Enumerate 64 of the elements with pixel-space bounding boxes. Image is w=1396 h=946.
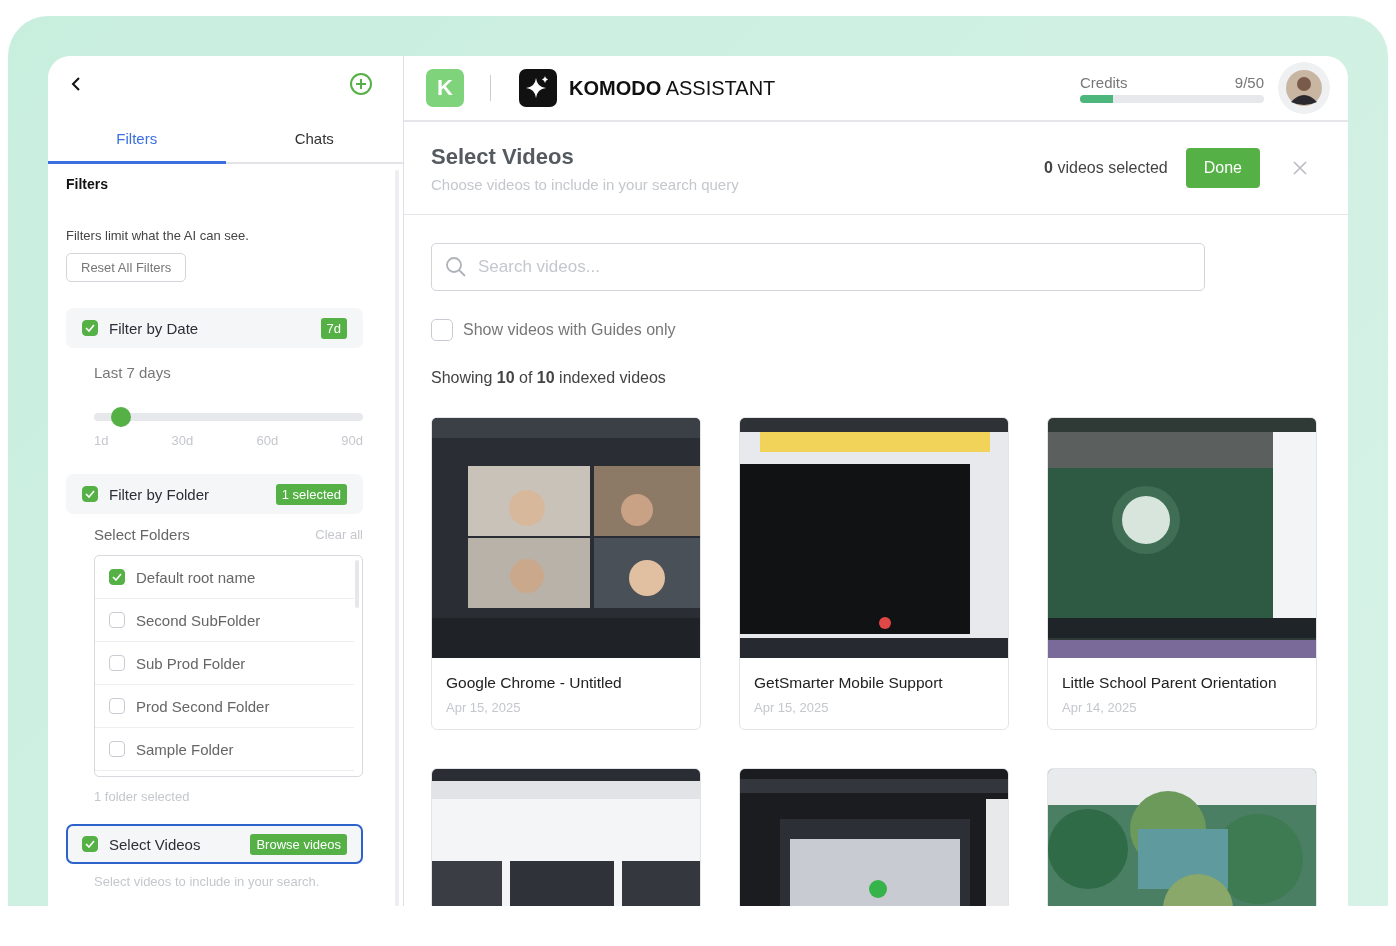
logo: K: [426, 69, 464, 107]
search-field[interactable]: Search videos...: [431, 243, 1205, 291]
video-card[interactable]: Little School Parent Orientation Apr 14, 2025: [1047, 417, 1317, 730]
video-card[interactable]: GetSmarter Mobile Support Apr 15, 2025: [739, 417, 1009, 730]
check-icon: [85, 840, 95, 848]
folder-name: Second SubFolder: [136, 611, 261, 629]
checkbox[interactable]: [82, 320, 98, 336]
tab[interactable]: Chats: [225, 120, 403, 164]
back-icon[interactable]: [70, 76, 82, 92]
checkbox[interactable]: [82, 836, 98, 852]
section-heading: Filters: [66, 176, 109, 192]
selection-count: 0 videos selected: [1044, 159, 1168, 177]
tick-label: 1d: [94, 433, 109, 448]
tab[interactable]: Filters: [48, 120, 226, 164]
checkbox[interactable]: [431, 319, 453, 341]
filter-label: Select Videos: [109, 835, 202, 853]
video-date: Apr 15, 2025: [754, 700, 830, 715]
avatar-icon[interactable]: [1278, 62, 1330, 114]
filter-label: Filter by Date: [109, 319, 200, 337]
check-icon: [85, 324, 95, 332]
checkbox[interactable]: [82, 486, 98, 502]
checkbox[interactable]: [109, 612, 125, 628]
add-icon[interactable]: [349, 72, 373, 96]
checkbox[interactable]: [109, 569, 125, 585]
dialog-subtitle: Choose videos to include in your search query: [431, 175, 740, 193]
video-title: Google Chrome - Untitled: [446, 674, 623, 692]
slider-thumb[interactable]: [110, 407, 131, 427]
video-card[interactable]: Google Chrome - Untitled Apr 15, 2025: [431, 417, 701, 730]
description: Filters limit what the AI can see.: [66, 228, 250, 243]
done-button[interactable]: Done: [1185, 148, 1260, 188]
filter-label: Filter by Folder: [109, 485, 211, 503]
close-icon[interactable]: [1292, 160, 1308, 176]
brand-name: KOMODO ASSISTANT: [569, 76, 776, 100]
hint-text: Select videos to include in your search.: [94, 874, 321, 889]
search-icon: [445, 256, 467, 278]
filter-badge: 1 selected: [275, 483, 347, 505]
reset-button[interactable]: Reset All Filters: [66, 253, 187, 282]
results-count: Showing 10 of 10 indexed videos: [431, 369, 667, 387]
range-label: Last 7 days: [94, 364, 172, 381]
subheading: Select Folders: [94, 526, 190, 543]
video-title: GetSmarter Mobile Support: [754, 674, 944, 692]
browse-button[interactable]: Browse videos: [250, 833, 347, 855]
folder-name: Default root name: [136, 568, 256, 586]
video-title: Little School Parent Orientation: [1062, 674, 1278, 692]
checkbox[interactable]: [109, 741, 125, 757]
check-icon: [112, 573, 122, 581]
credits-label: Credits: [1080, 73, 1128, 91]
tick-label: 60d: [256, 433, 279, 448]
folder-summary: 1 folder selected: [94, 789, 191, 804]
dialog-title: Select Videos: [431, 143, 575, 170]
checkbox[interactable]: [109, 655, 125, 671]
checkbox-label: Show videos with Guides only: [463, 321, 676, 339]
check-icon: [85, 490, 95, 498]
video-date: Apr 14, 2025: [1062, 700, 1138, 715]
filter-badge: 7d: [320, 317, 347, 339]
tick-label: 30d: [171, 433, 194, 448]
folder-name: Prod Second Folder: [136, 697, 270, 715]
credits-value: 9/50: [1234, 73, 1264, 91]
sparkle-icon: [519, 69, 557, 107]
folder-name: Sample Folder: [136, 740, 234, 758]
video-date: Apr 15, 2025: [446, 700, 522, 715]
tick-label: 90d: [341, 433, 363, 448]
checkbox[interactable]: [109, 698, 125, 714]
folder-name: Sub Prod Folder: [136, 654, 246, 672]
